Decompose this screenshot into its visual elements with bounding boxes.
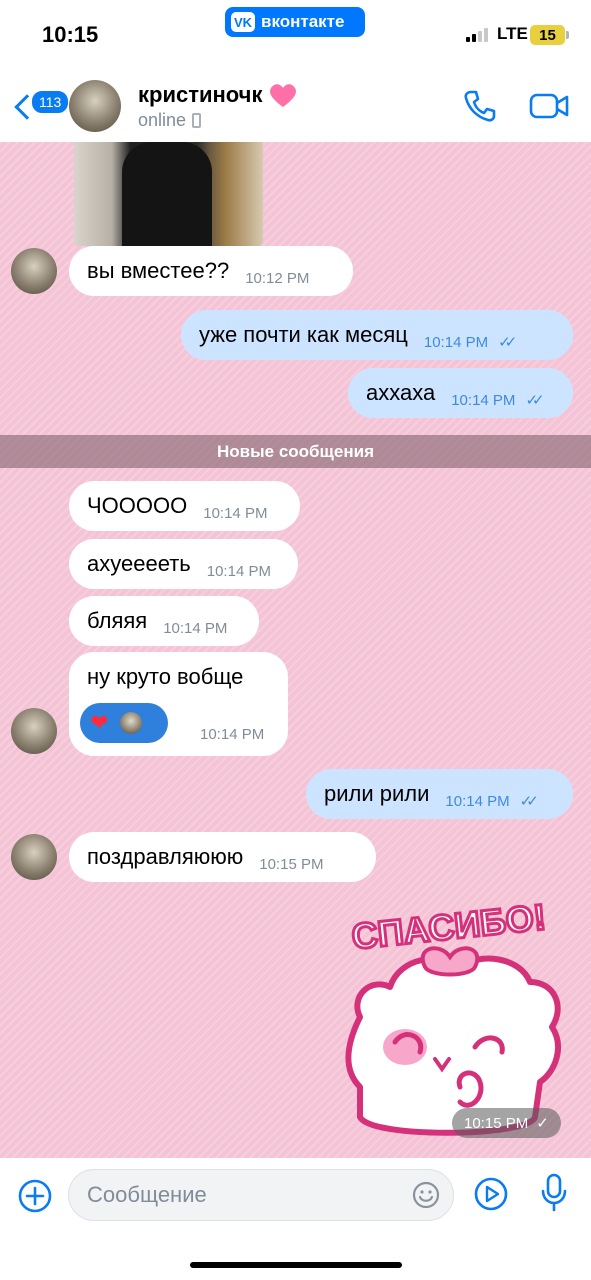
sent-tick-icon: ✓ bbox=[536, 1115, 549, 1132]
status-bar: 10:15 VK вконтакте LTE 15 bbox=[0, 0, 591, 70]
contact-name: кристиночк bbox=[138, 82, 263, 107]
add-attachment-icon[interactable] bbox=[17, 1178, 53, 1214]
video-icon[interactable] bbox=[528, 88, 570, 124]
message-in[interactable]: вы вместее?? 10:12 PM bbox=[69, 246, 353, 296]
message-time: 10:14 PM bbox=[451, 391, 516, 409]
new-messages-divider: Новые сообщения bbox=[0, 435, 591, 468]
message-out[interactable]: аххаха 10:14 PM ✓✓ bbox=[348, 368, 573, 418]
message-in[interactable]: бляяя 10:14 PM bbox=[69, 596, 259, 646]
mobile-device-icon bbox=[192, 113, 202, 128]
message-time: 10:14 PM bbox=[203, 504, 268, 522]
microphone-icon[interactable] bbox=[538, 1172, 570, 1212]
contact-name-row[interactable]: кристиночк bbox=[138, 82, 298, 108]
message-time: 10:14 PM bbox=[163, 619, 228, 637]
unread-badge: 113 bbox=[30, 89, 71, 115]
vk-logo-icon: VK bbox=[231, 12, 255, 32]
message-text: ну круто вобще bbox=[87, 664, 244, 689]
photo-figure bbox=[122, 142, 212, 246]
app-return-pill[interactable]: VK вконтакте bbox=[225, 7, 365, 37]
app-pill-label: вконтакте bbox=[261, 12, 345, 31]
contact-status-row: online bbox=[138, 110, 202, 131]
heart-reaction-icon: ❤ bbox=[90, 710, 109, 735]
message-time: 10:15 PM bbox=[259, 855, 324, 873]
message-out[interactable]: уже почти как месяц 10:14 PM ✓✓ bbox=[181, 310, 573, 360]
reaction-chip[interactable]: ❤ bbox=[80, 703, 168, 743]
message-time: 10:14 PM bbox=[200, 726, 265, 743]
photo-attachment[interactable] bbox=[74, 142, 263, 246]
message-text: ЧООООО bbox=[87, 493, 188, 518]
message-time: 10:15 PM bbox=[464, 1114, 529, 1132]
message-in[interactable]: ахуееееть 10:14 PM bbox=[69, 539, 298, 589]
divider-label: Новые сообщения bbox=[217, 441, 374, 461]
status-time: 10:15 bbox=[42, 22, 99, 47]
message-text: ахуееееть bbox=[87, 551, 191, 576]
read-ticks-icon: ✓✓ bbox=[498, 334, 517, 351]
heart-icon bbox=[270, 84, 297, 107]
message-time: 10:14 PM bbox=[423, 333, 489, 351]
sticker-text: СПАСИБО! bbox=[350, 897, 548, 957]
message-text: рили рили bbox=[324, 781, 430, 806]
message-in[interactable]: ЧООООО 10:14 PM bbox=[69, 481, 300, 531]
video-message-icon[interactable] bbox=[473, 1176, 509, 1212]
message-input-box[interactable] bbox=[68, 1169, 454, 1221]
message-text: вы вместее?? bbox=[87, 258, 230, 283]
message-time: 10:12 PM bbox=[245, 269, 310, 287]
message-out[interactable]: рили рили 10:14 PM ✓✓ bbox=[306, 769, 573, 819]
phone-icon[interactable] bbox=[462, 88, 498, 124]
emoji-icon[interactable] bbox=[411, 1180, 441, 1210]
message-list[interactable]: вы вместее?? 10:12 PM уже почти как меся… bbox=[0, 142, 591, 1158]
network-label: LTE bbox=[497, 24, 528, 43]
signal-icon bbox=[466, 28, 488, 42]
message-in[interactable]: поздравляююю 10:15 PM bbox=[69, 832, 376, 882]
battery-icon: 15 bbox=[530, 25, 565, 45]
message-text: поздравляююю bbox=[87, 844, 244, 869]
home-indicator[interactable] bbox=[190, 1262, 402, 1268]
read-ticks-icon: ✓✓ bbox=[519, 793, 539, 810]
back-button[interactable]: 113 bbox=[10, 78, 71, 128]
chat-header: 113 кристиночк online bbox=[0, 70, 591, 142]
read-ticks-icon: ✓✓ bbox=[525, 392, 544, 409]
sender-avatar[interactable] bbox=[11, 248, 57, 294]
reactor-avatar bbox=[118, 710, 145, 736]
message-composer bbox=[0, 1158, 591, 1280]
contact-status: online bbox=[138, 110, 187, 130]
message-input[interactable] bbox=[87, 1170, 407, 1220]
contact-avatar[interactable] bbox=[69, 80, 121, 132]
message-in-with-reaction[interactable]: ну круто вобще ❤ 10:14 PM bbox=[69, 652, 288, 756]
sender-avatar[interactable] bbox=[11, 708, 57, 754]
message-time: 10:14 PM bbox=[445, 792, 510, 810]
sender-avatar[interactable] bbox=[11, 834, 57, 880]
battery-level: 15 bbox=[539, 26, 556, 44]
battery-tip bbox=[566, 31, 569, 39]
message-text: бляяя bbox=[87, 608, 148, 633]
message-text: уже почти как месяц bbox=[199, 322, 408, 347]
message-time: 10:14 PM bbox=[206, 562, 271, 580]
sticker-time-chip: 10:15 PM ✓ bbox=[452, 1108, 561, 1138]
message-text: аххаха bbox=[366, 380, 436, 405]
